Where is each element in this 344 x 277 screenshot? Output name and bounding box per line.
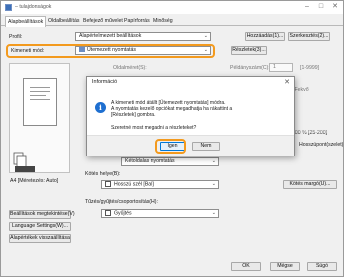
preview-page (23, 78, 57, 126)
output-method-select[interactable]: Ütemezett nyomtatás ⌄ (75, 46, 211, 55)
tab-paper-source[interactable]: Papírforrás (122, 16, 152, 26)
preview-caption: A4 [Méretezés: Auto] (10, 178, 59, 184)
collate-icon (105, 210, 111, 216)
window-title: – tulajdonságok (15, 4, 52, 10)
dialog-question: Szeretné most megadni a részleteket? (111, 125, 197, 131)
dialog-body: i A kimeneti mód átállt [Ütemezett nyomt… (87, 88, 294, 137)
details-button[interactable]: Részletek(3)... (231, 46, 267, 55)
binding-select[interactable]: Hosszú szél [Bal] ⌄ (101, 180, 219, 189)
chevron-down-icon: ⌄ (211, 158, 216, 164)
edit-profile-button[interactable]: Szerkesztés(2)... (288, 32, 330, 41)
no-button[interactable]: Nem (192, 142, 220, 151)
info-icon: i (95, 102, 106, 113)
dialog-title: Információ (92, 79, 118, 85)
finishing-label: Tűzés/gyűjtés/csoportosítás(H): (85, 199, 158, 205)
chevron-down-icon: ⌄ (203, 33, 208, 39)
tab-quality[interactable]: Minőség (151, 16, 175, 26)
ok-button[interactable]: OK (231, 262, 261, 271)
text-line (30, 91, 50, 92)
scheduled-print-icon (79, 47, 85, 53)
title-bar: – tulajdonságok – □ ✕ (1, 1, 343, 14)
dialog-close-button[interactable]: ✕ (284, 78, 290, 86)
tab-page-setup[interactable]: Oldalbeállítás (46, 16, 81, 26)
profile-select[interactable]: Alapértelmezett beállítások ⌄ (75, 32, 211, 41)
finishing-value: Gyűjtés (114, 210, 132, 217)
chevron-down-icon: ⌄ (211, 210, 216, 216)
text-line (30, 95, 46, 96)
minimize-button[interactable]: – (303, 2, 311, 12)
dialog-footer: Igen Nem (87, 135, 294, 156)
maximize-button[interactable]: □ (317, 2, 325, 12)
tab-bar: Alapbeállítások Oldalbeállítás Befejező … (1, 16, 343, 27)
yes-button-highlight (155, 139, 186, 154)
restore-defaults-button[interactable]: Alapértékek visszaállítása (9, 234, 71, 243)
page-layout-value: Kétoldalas nyomtatás (125, 158, 175, 164)
page-layout-select[interactable]: Kétoldalas nyomtatás ⌄ (121, 157, 219, 166)
binding-icon (105, 181, 111, 187)
view-settings-button[interactable]: Beállítások megtekintése(V) (9, 210, 75, 219)
binding-value: Hosszú szél [Bal] (114, 181, 154, 188)
information-dialog: Információ ✕ i A kimeneti mód átállt [Üt… (86, 76, 295, 156)
output-method-label: Kimeneti mód: (11, 48, 45, 54)
edge-label: Hosszúpont(szelet) (299, 142, 344, 148)
output-method-value: Ütemezett nyomtatás (87, 47, 137, 53)
binding-label: Kötés helye(B): (85, 171, 121, 177)
cancel-button[interactable]: Mégse (270, 262, 300, 271)
text-line (30, 87, 50, 88)
chevron-down-icon: ⌄ (203, 47, 208, 53)
language-settings-button[interactable]: Language Settings(W)... (9, 222, 71, 231)
close-button[interactable]: ✕ (331, 2, 339, 12)
footer-bar: OK Mégse Súgó (1, 256, 343, 276)
printer-app-icon (5, 4, 12, 11)
printer-properties-window: – tulajdonságok – □ ✕ Alapbeállítások Ol… (0, 0, 344, 277)
finishing-select[interactable]: Gyűjtés ⌄ (101, 209, 219, 218)
profile-value: Alapértelmezett beállítások (79, 33, 142, 39)
tab-basic-settings[interactable]: Alapbeállítások (5, 16, 47, 27)
help-button[interactable]: Súgó (307, 262, 337, 271)
add-profile-button[interactable]: Hozzáadás(1)... (245, 32, 285, 41)
profile-label: Profil: (9, 34, 23, 40)
text-line (30, 99, 50, 100)
chevron-down-icon: ⌄ (211, 181, 216, 187)
binding-margin-button[interactable]: Kötés margó(U)... (283, 180, 337, 189)
dialog-message-line3: [Részletek] gombra. (111, 112, 156, 118)
tab-finishing[interactable]: Befejező művelet (81, 16, 125, 26)
printer-stack-icon (13, 152, 35, 172)
